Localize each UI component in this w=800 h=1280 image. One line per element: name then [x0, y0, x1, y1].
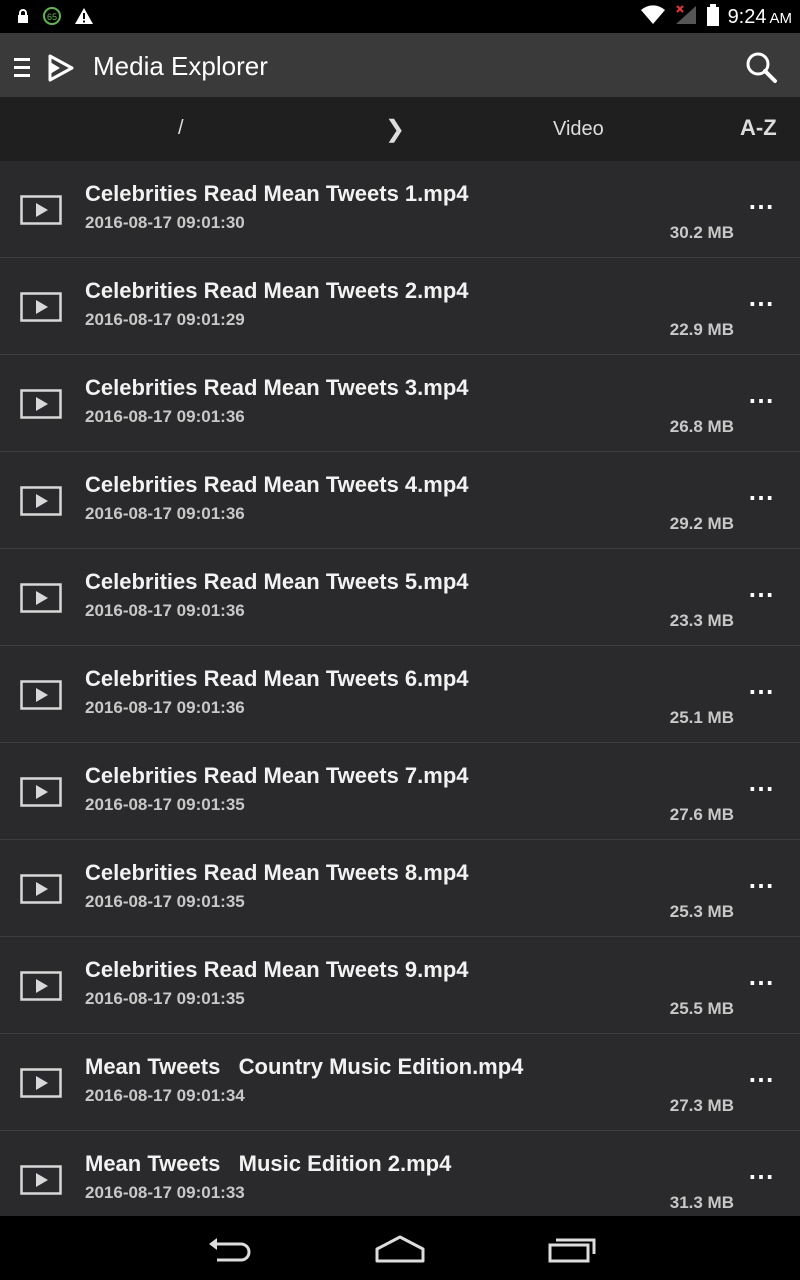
badge-text: 65 [47, 12, 57, 22]
file-name: Celebrities Read Mean Tweets 4.mp4 [85, 472, 469, 497]
more-options-icon[interactable]: ⋯ [748, 482, 776, 513]
file-name: Celebrities Read Mean Tweets 1.mp4 [85, 181, 469, 206]
file-date: 2016-08-17 09:01:35 [85, 989, 245, 1008]
file-size: 26.8 MB [669, 417, 734, 436]
file-size: 27.3 MB [669, 1096, 734, 1115]
video-file-icon [20, 195, 62, 230]
breadcrumb-current[interactable]: Video [553, 118, 604, 141]
breadcrumb-root[interactable]: / [178, 117, 184, 140]
file-size: 27.6 MB [669, 805, 734, 824]
file-date: 2016-08-17 09:01:36 [85, 407, 245, 426]
file-date: 2016-08-17 09:01:36 [85, 698, 245, 717]
clock-time: 9:24 [727, 6, 767, 28]
file-size: 25.1 MB [669, 708, 734, 727]
app-logo-icon [46, 54, 74, 87]
more-options-icon[interactable]: ⋯ [748, 870, 776, 901]
search-icon[interactable] [744, 50, 778, 89]
file-size: 22.9 MB [669, 320, 734, 339]
path-bar: / ❯ Video A-Z [0, 97, 800, 161]
video-file-icon [20, 680, 62, 715]
app-bar: Media Explorer [0, 33, 800, 97]
file-size: 25.5 MB [669, 999, 734, 1018]
file-size: 25.3 MB [669, 902, 734, 921]
file-name: Celebrities Read Mean Tweets 9.mp4 [85, 957, 469, 982]
file-date: 2016-08-17 09:01:36 [85, 601, 245, 620]
file-size: 23.3 MB [669, 611, 734, 630]
video-file-icon [20, 1165, 62, 1200]
file-name: Mean Tweets Country Music Edition.mp4 [85, 1054, 524, 1079]
list-item[interactable]: Mean Tweets Country Music Edition.mp4 20… [0, 1034, 800, 1131]
battery-icon [706, 3, 720, 32]
breadcrumb-separator: ❯ [385, 116, 406, 143]
list-item[interactable]: Celebrities Read Mean Tweets 8.mp4 2016-… [0, 840, 800, 937]
menu-icon[interactable] [14, 58, 30, 77]
signal-icon [674, 4, 698, 31]
video-file-icon [20, 292, 62, 327]
home-icon[interactable] [374, 1234, 426, 1269]
video-file-icon [20, 971, 62, 1006]
file-name: Celebrities Read Mean Tweets 7.mp4 [85, 763, 469, 788]
file-date: 2016-08-17 09:01:35 [85, 892, 245, 911]
more-options-icon[interactable]: ⋯ [748, 579, 776, 610]
status-bar: 65 9:24 AM [0, 0, 800, 33]
file-name: Celebrities Read Mean Tweets 2.mp4 [85, 278, 469, 303]
file-name: Celebrities Read Mean Tweets 3.mp4 [85, 375, 469, 400]
warning-icon [74, 7, 94, 30]
list-item[interactable]: Celebrities Read Mean Tweets 7.mp4 2016-… [0, 743, 800, 840]
file-name: Celebrities Read Mean Tweets 8.mp4 [85, 860, 469, 885]
sort-button[interactable]: A-Z [740, 115, 777, 141]
video-file-icon [20, 486, 62, 521]
more-options-icon[interactable]: ⋯ [748, 288, 776, 319]
list-item[interactable]: Celebrities Read Mean Tweets 4.mp4 2016-… [0, 452, 800, 549]
file-name: Mean Tweets Music Edition 2.mp4 [85, 1151, 452, 1176]
badge-icon: 65 [42, 6, 62, 31]
video-file-icon [20, 583, 62, 618]
file-size: 30.2 MB [669, 223, 734, 242]
more-options-icon[interactable]: ⋯ [748, 773, 776, 804]
list-item[interactable]: Celebrities Read Mean Tweets 2.mp4 2016-… [0, 258, 800, 355]
more-options-icon[interactable]: ⋯ [748, 1064, 776, 1095]
more-options-icon[interactable]: ⋯ [748, 191, 776, 222]
file-size: 31.3 MB [669, 1193, 734, 1212]
list-item[interactable]: Celebrities Read Mean Tweets 9.mp4 2016-… [0, 937, 800, 1034]
more-options-icon[interactable]: ⋯ [748, 967, 776, 998]
app-title: Media Explorer [93, 51, 268, 81]
back-icon[interactable] [205, 1234, 253, 1269]
file-size: 29.2 MB [669, 514, 734, 533]
file-date: 2016-08-17 09:01:34 [85, 1086, 245, 1105]
file-name: Celebrities Read Mean Tweets 5.mp4 [85, 569, 469, 594]
list-item[interactable]: Mean Tweets Music Edition 2.mp4 2016-08-… [0, 1131, 800, 1216]
file-date: 2016-08-17 09:01:36 [85, 504, 245, 523]
video-file-icon [20, 874, 62, 909]
list-item[interactable]: Celebrities Read Mean Tweets 6.mp4 2016-… [0, 646, 800, 743]
list-item[interactable]: Celebrities Read Mean Tweets 1.mp4 2016-… [0, 161, 800, 258]
file-date: 2016-08-17 09:01:33 [85, 1183, 245, 1202]
file-list: Celebrities Read Mean Tweets 1.mp4 2016-… [0, 161, 800, 1216]
file-date: 2016-08-17 09:01:35 [85, 795, 245, 814]
recents-icon[interactable] [548, 1234, 596, 1269]
file-date: 2016-08-17 09:01:30 [85, 213, 245, 232]
clock: 9:24 AM [728, 6, 792, 29]
video-file-icon [20, 777, 62, 812]
clock-ampm: AM [769, 10, 793, 27]
video-file-icon [20, 1068, 62, 1103]
list-item[interactable]: Celebrities Read Mean Tweets 5.mp4 2016-… [0, 549, 800, 646]
more-options-icon[interactable]: ⋯ [748, 385, 776, 416]
list-item[interactable]: Celebrities Read Mean Tweets 3.mp4 2016-… [0, 355, 800, 452]
navigation-bar [0, 1216, 800, 1280]
file-date: 2016-08-17 09:01:29 [85, 310, 245, 329]
more-options-icon[interactable]: ⋯ [748, 676, 776, 707]
lock-icon [16, 8, 30, 29]
video-file-icon [20, 389, 62, 424]
file-name: Celebrities Read Mean Tweets 6.mp4 [85, 666, 469, 691]
wifi-icon [640, 4, 666, 31]
more-options-icon[interactable]: ⋯ [748, 1161, 776, 1192]
